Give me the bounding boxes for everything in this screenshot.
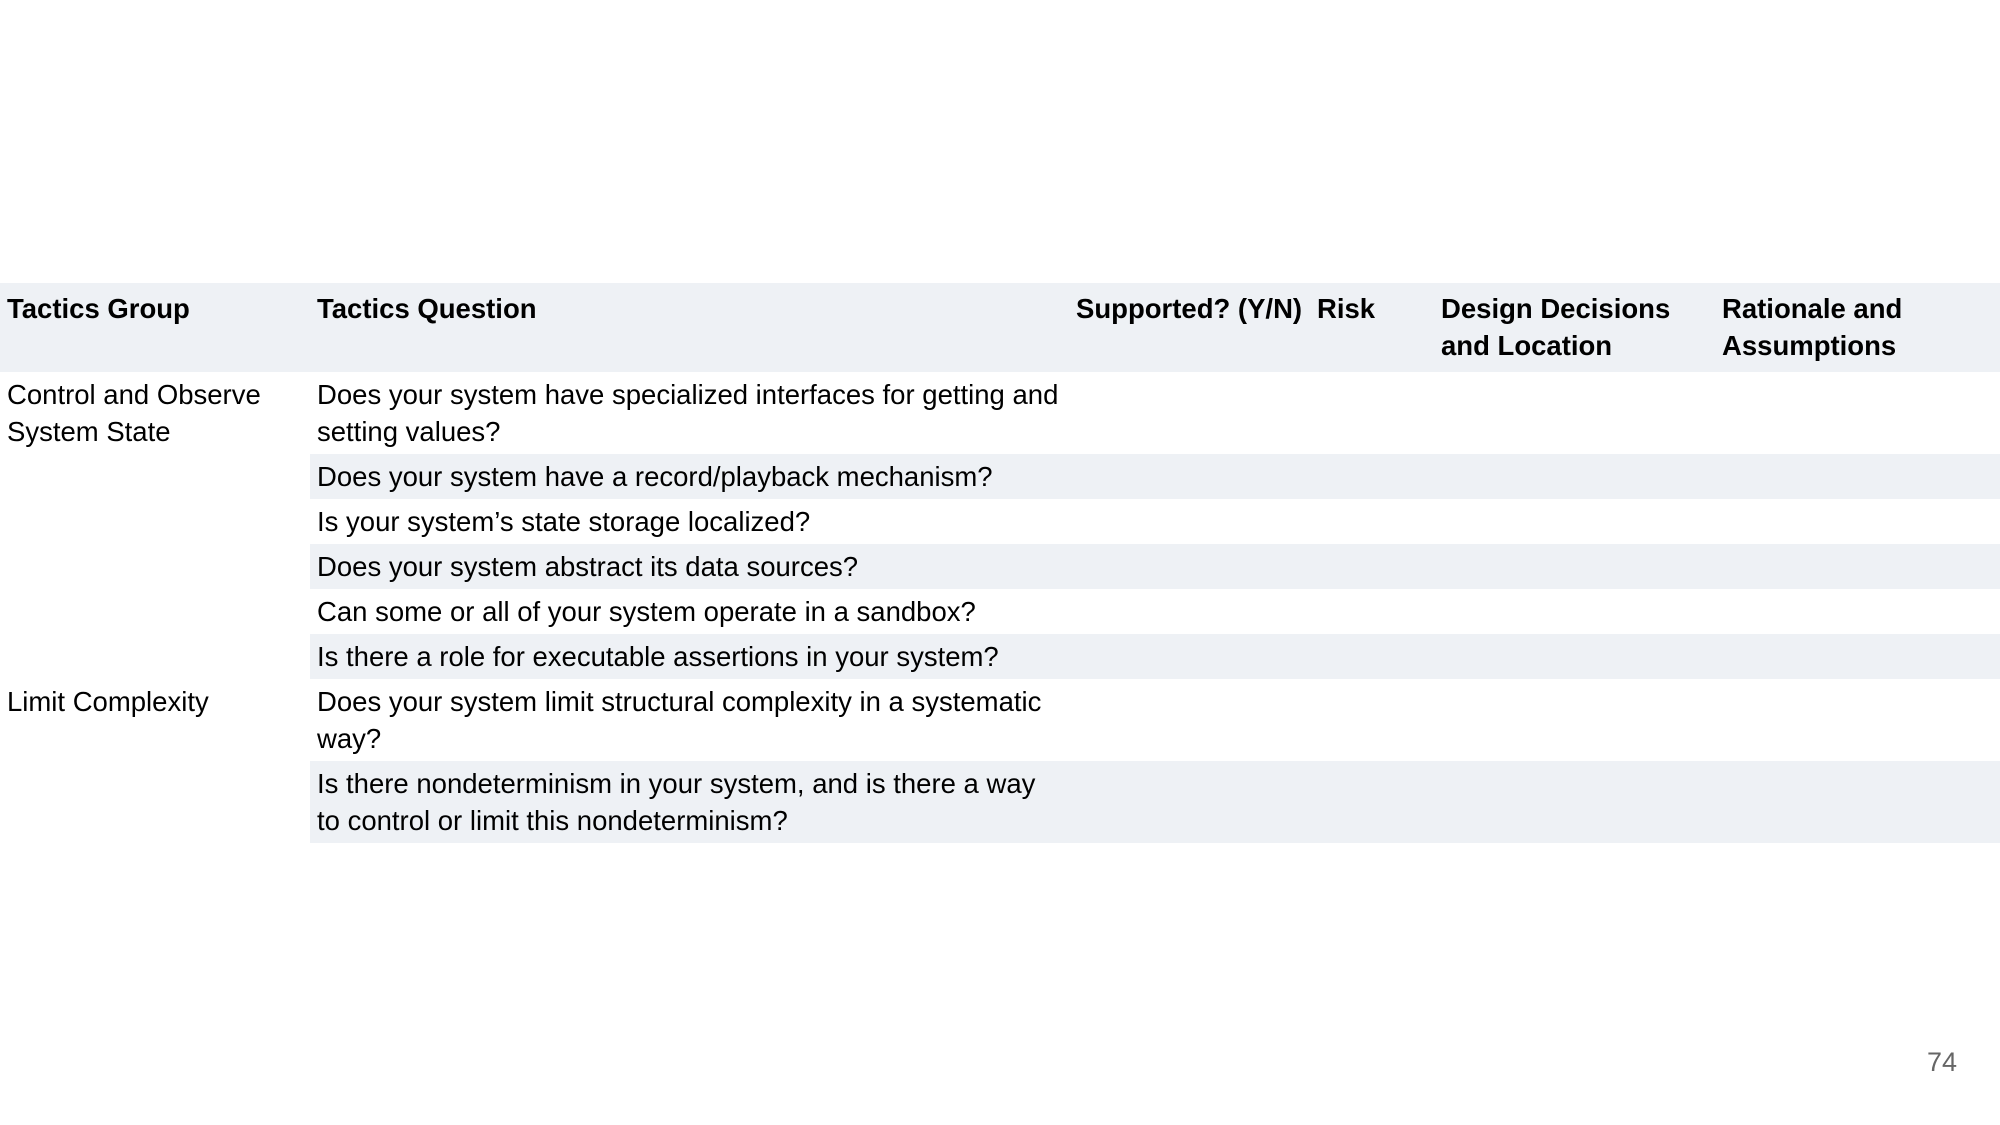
tactics-group-cell: Limit Complexity bbox=[0, 679, 310, 843]
design-decisions-cell[interactable] bbox=[1434, 634, 1715, 679]
tactics-question-cell: Does your system have a record/playback … bbox=[310, 454, 1069, 499]
table-row: Control and Observe System State Does yo… bbox=[0, 372, 2000, 679]
risk-cell[interactable] bbox=[1310, 634, 1434, 679]
slide: Tactics Group Tactics Question Supported… bbox=[0, 0, 2000, 1125]
supported-cell[interactable] bbox=[1069, 589, 1310, 634]
design-decisions-cell[interactable] bbox=[1434, 372, 1715, 454]
risk-cell[interactable] bbox=[1310, 499, 1434, 544]
header-tactics-group: Tactics Group bbox=[0, 283, 310, 372]
supported-cell[interactable] bbox=[1069, 761, 1310, 843]
header-supported: Supported? (Y/N) bbox=[1069, 283, 1310, 372]
table-header-row: Tactics Group Tactics Question Supported… bbox=[0, 283, 2000, 372]
header-risk: Risk bbox=[1310, 283, 1434, 372]
tactics-question-cell: Can some or all of your system operate i… bbox=[317, 596, 976, 627]
header-tactics-question: Tactics Question bbox=[310, 283, 1069, 372]
rationale-cell[interactable] bbox=[1715, 544, 2000, 589]
design-decisions-cell[interactable] bbox=[1434, 679, 1715, 761]
tactics-question-cell: Does your system have specialized interf… bbox=[317, 379, 1059, 447]
design-decisions-cell[interactable] bbox=[1434, 544, 1715, 589]
supported-cell[interactable] bbox=[1069, 634, 1310, 679]
rationale-cell[interactable] bbox=[1715, 761, 2000, 843]
design-decisions-cell[interactable] bbox=[1434, 761, 1715, 843]
tactics-question-cell: Does your system limit structural comple… bbox=[317, 686, 1042, 754]
page-number: 74 bbox=[1926, 1047, 1957, 1077]
risk-cell[interactable] bbox=[1310, 372, 1434, 454]
rationale-cell[interactable] bbox=[1715, 499, 2000, 544]
tactics-question-cell: Is there a role for executable assertion… bbox=[310, 634, 1069, 679]
tactics-question-cell: Does your system abstract its data sourc… bbox=[310, 544, 1069, 589]
tactics-question-cell: Is your system’s state storage localized… bbox=[317, 506, 811, 537]
supported-cell[interactable] bbox=[1069, 679, 1310, 761]
risk-cell[interactable] bbox=[1310, 544, 1434, 589]
tactics-question-cell: Is there nondeterminism in your system, … bbox=[310, 761, 1069, 843]
supported-cell[interactable] bbox=[1069, 499, 1310, 544]
rationale-cell[interactable] bbox=[1715, 454, 2000, 499]
tactics-table: Tactics Group Tactics Question Supported… bbox=[0, 283, 2000, 843]
tactics-group-cell: Control and Observe System State bbox=[0, 372, 310, 679]
design-decisions-cell[interactable] bbox=[1434, 499, 1715, 544]
risk-cell[interactable] bbox=[1310, 454, 1434, 499]
risk-cell[interactable] bbox=[1310, 589, 1434, 634]
table-row: Limit Complexity Does your system limit … bbox=[0, 679, 2000, 843]
rationale-cell[interactable] bbox=[1715, 679, 2000, 761]
rationale-cell[interactable] bbox=[1715, 589, 2000, 634]
supported-cell[interactable] bbox=[1069, 454, 1310, 499]
header-design-decisions: Design Decisions and Location bbox=[1434, 283, 1715, 372]
risk-cell[interactable] bbox=[1310, 761, 1434, 843]
design-decisions-cell[interactable] bbox=[1434, 454, 1715, 499]
supported-cell[interactable] bbox=[1069, 372, 1310, 454]
supported-cell[interactable] bbox=[1069, 544, 1310, 589]
rationale-cell[interactable] bbox=[1715, 372, 2000, 454]
header-rationale: Rationale and Assumptions bbox=[1715, 283, 2000, 372]
rationale-cell[interactable] bbox=[1715, 634, 2000, 679]
risk-cell[interactable] bbox=[1310, 679, 1434, 761]
design-decisions-cell[interactable] bbox=[1434, 589, 1715, 634]
